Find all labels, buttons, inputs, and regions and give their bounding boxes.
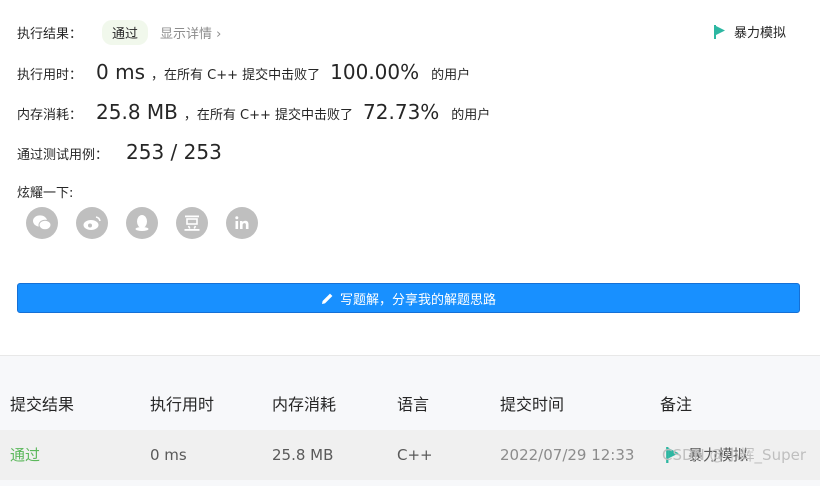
table-header: 提交结果 执行用时 内存消耗 语言 提交时间 备注 (0, 380, 820, 430)
show-details-link[interactable]: 显示详情 › (160, 23, 221, 42)
share-icons (26, 207, 258, 239)
table-row[interactable]: 通过 0 ms 25.8 MB C++ 2022/07/29 12:33 暴力模… (0, 430, 820, 480)
runtime-percent: 100.00% (330, 60, 420, 84)
runtime-value: 0 ms (96, 60, 145, 84)
header-runtime: 执行用时 (150, 395, 215, 414)
header-note: 备注 (660, 395, 693, 414)
status-badge: 通过 (102, 20, 149, 45)
memory-value: 25.8 MB (96, 100, 178, 124)
runtime-label: 执行用时： (17, 68, 83, 83)
flag-icon (713, 24, 725, 39)
result-label: 执行结果： (17, 27, 83, 42)
runtime-beat-text: ，在所有 C++ 提交中击败了 (151, 68, 321, 83)
header-time: 提交时间 (500, 395, 565, 414)
linkedin-icon[interactable] (226, 207, 258, 239)
memory-suffix: 的用户 (451, 108, 491, 123)
header-status: 提交结果 (10, 395, 75, 414)
submissions-table: 提交结果 执行用时 内存消耗 语言 提交时间 备注 通过 0 ms 25.8 M… (0, 380, 820, 480)
share-label: 炫耀一下: (17, 186, 74, 201)
row-time: 2022/07/29 12:33 (500, 446, 635, 464)
tests-value: 253 / 253 (126, 140, 222, 164)
runtime-suffix: 的用户 (431, 68, 471, 83)
result-row: 执行结果： 通过 显示详情 › (17, 20, 221, 45)
wechat-icon[interactable] (26, 207, 58, 239)
memory-row: 内存消耗： 25.8 MB ，在所有 C++ 提交中击败了 72.73% 的用户 (17, 100, 490, 124)
row-memory: 25.8 MB (272, 446, 334, 464)
row-status[interactable]: 通过 (10, 430, 40, 480)
solution-tag-label: 暴力模拟 (733, 26, 786, 41)
memory-percent: 72.73% (363, 100, 440, 124)
csdn-watermark: CSDN @小辉_Super (662, 446, 806, 464)
write-solution-label: 写题解，分享我的解题思路 (339, 292, 496, 308)
share-label-row: 炫耀一下: (17, 182, 73, 201)
qq-icon[interactable] (126, 207, 158, 239)
row-language: C++ (397, 446, 433, 464)
header-memory: 内存消耗 (272, 395, 337, 414)
write-solution-button[interactable]: 写题解，分享我的解题思路 (17, 283, 800, 313)
tests-row: 通过测试用例： 253 / 253 (17, 140, 222, 164)
weibo-icon[interactable] (76, 207, 108, 239)
memory-beat-text: ，在所有 C++ 提交中击败了 (183, 108, 354, 123)
tests-label: 通过测试用例： (17, 148, 109, 163)
douban-icon[interactable] (176, 207, 208, 239)
memory-label: 内存消耗： (17, 108, 83, 123)
row-runtime: 0 ms (150, 446, 187, 464)
pencil-icon (321, 293, 333, 304)
header-language: 语言 (397, 395, 430, 414)
solution-tag[interactable]: 暴力模拟 (713, 22, 786, 41)
submission-result-card: 执行结果： 通过 显示详情 › 暴力模拟 执行用时： 0 ms ，在所有 C++… (0, 0, 820, 356)
runtime-row: 执行用时： 0 ms ，在所有 C++ 提交中击败了 100.00% 的用户 (17, 60, 470, 84)
